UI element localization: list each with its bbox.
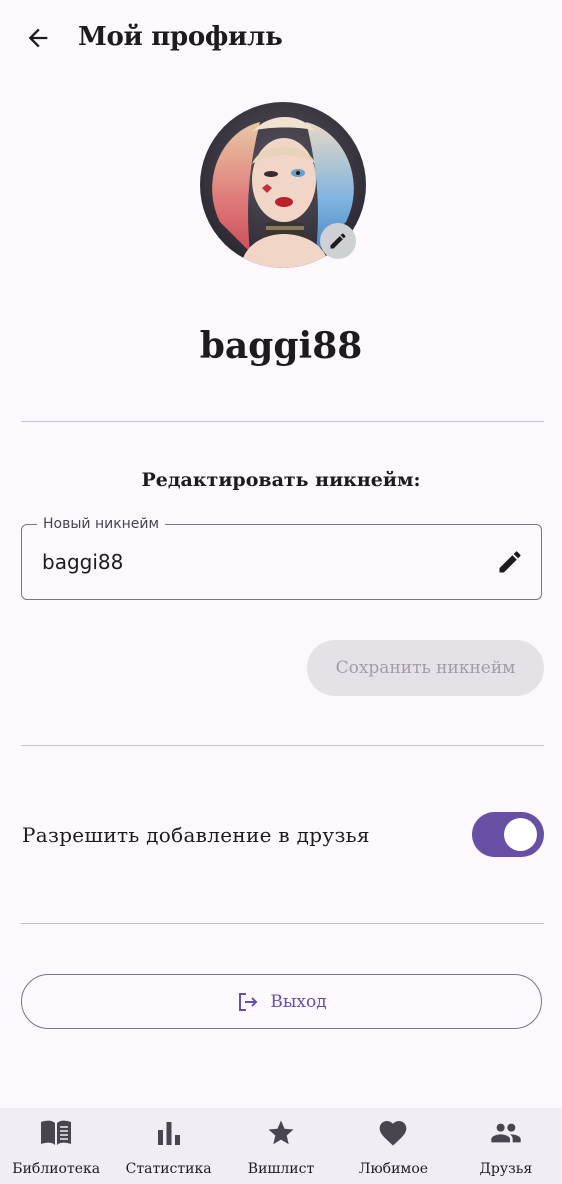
nav-label-library: Библиотека bbox=[12, 1161, 101, 1177]
star-icon bbox=[268, 1120, 294, 1145]
bar-chart-icon bbox=[157, 1122, 180, 1145]
nav-item-statistics[interactable]: Статистика bbox=[112, 1108, 224, 1184]
page-title: Мой профиль bbox=[78, 22, 283, 52]
logout-button[interactable]: Выход bbox=[21, 974, 542, 1029]
nav-label-favorites: Любимое bbox=[358, 1161, 429, 1177]
arrow-left-icon bbox=[28, 28, 48, 48]
divider bbox=[21, 923, 544, 924]
people-icon bbox=[491, 1123, 521, 1143]
logout-icon bbox=[239, 992, 258, 1011]
nickname-input[interactable] bbox=[42, 547, 472, 577]
logout-label: Выход bbox=[270, 991, 327, 1012]
divider bbox=[21, 421, 544, 422]
save-nickname-button[interactable]: Сохранить никнейм bbox=[307, 640, 544, 696]
nickname-section-label: Редактировать никнейм: bbox=[141, 469, 421, 491]
nav-item-library[interactable]: Библиотека bbox=[0, 1108, 112, 1184]
divider bbox=[21, 745, 544, 746]
edit-avatar-button[interactable] bbox=[320, 223, 356, 259]
allow-friends-label: Разрешить добавление в друзья bbox=[22, 823, 370, 847]
nav-item-favorites[interactable]: Любимое bbox=[337, 1108, 449, 1184]
nickname-field: Новый никнейм bbox=[21, 515, 542, 600]
top-app-bar: Мой профиль bbox=[0, 0, 562, 76]
nav-label-wishlist: Вишлист bbox=[247, 1161, 315, 1177]
back-button[interactable] bbox=[20, 20, 56, 56]
nickname-field-label: Новый никнейм bbox=[37, 515, 166, 533]
toggle-knob bbox=[504, 818, 537, 851]
nav-label-statistics: Статистика bbox=[125, 1161, 212, 1177]
pencil-icon bbox=[330, 233, 346, 249]
avatar-container bbox=[200, 102, 366, 268]
allow-friends-toggle[interactable] bbox=[472, 812, 544, 857]
heart-icon bbox=[380, 1121, 407, 1146]
nickname-edit-button[interactable] bbox=[495, 547, 525, 577]
book-icon bbox=[41, 1120, 72, 1145]
nav-item-friends[interactable]: Друзья bbox=[450, 1108, 562, 1184]
nav-item-wishlist[interactable]: Вишлист bbox=[225, 1108, 337, 1184]
pencil-icon bbox=[499, 551, 521, 573]
bottom-navigation: Библиотека Статистика Вишлист Любимое Др… bbox=[0, 1108, 562, 1184]
nav-label-friends: Друзья bbox=[479, 1161, 533, 1177]
username: baggi88 bbox=[199, 325, 363, 367]
